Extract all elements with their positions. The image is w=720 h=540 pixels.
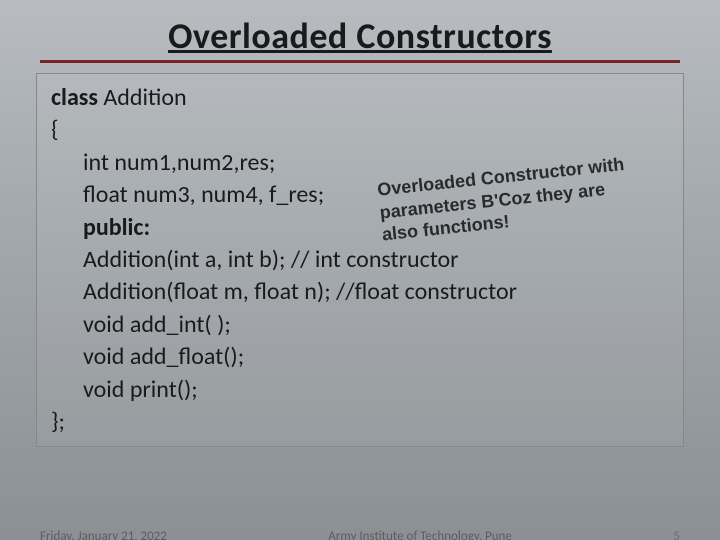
footer-page-number: 5 [673, 529, 680, 540]
code-line-6: Addition(float m, float n); //float cons… [51, 276, 669, 308]
code-line-10: }; [51, 406, 669, 438]
code-line-8: void add_float(); [51, 341, 669, 373]
code-line-7: void add_int( ); [51, 309, 669, 341]
footer-date: Friday, January 21, 2022 [40, 529, 167, 540]
slide-footer: Friday, January 21, 2022 Army Institute … [40, 529, 680, 540]
class-name: Addition [98, 83, 187, 112]
title-underline [40, 60, 680, 63]
code-line-1: { [51, 114, 669, 146]
code-line-5: Addition(int a, int b); // int construct… [51, 244, 669, 276]
code-line-9: void print(); [51, 374, 669, 406]
code-block: class Addition { int num1,num2,res; floa… [36, 73, 684, 447]
code-line-0: class Addition [51, 82, 669, 114]
slide-title: Overloaded Constructors [0, 14, 720, 58]
footer-org: Army Institute of Technology, Pune [328, 529, 511, 540]
keyword-class: class [51, 83, 98, 112]
